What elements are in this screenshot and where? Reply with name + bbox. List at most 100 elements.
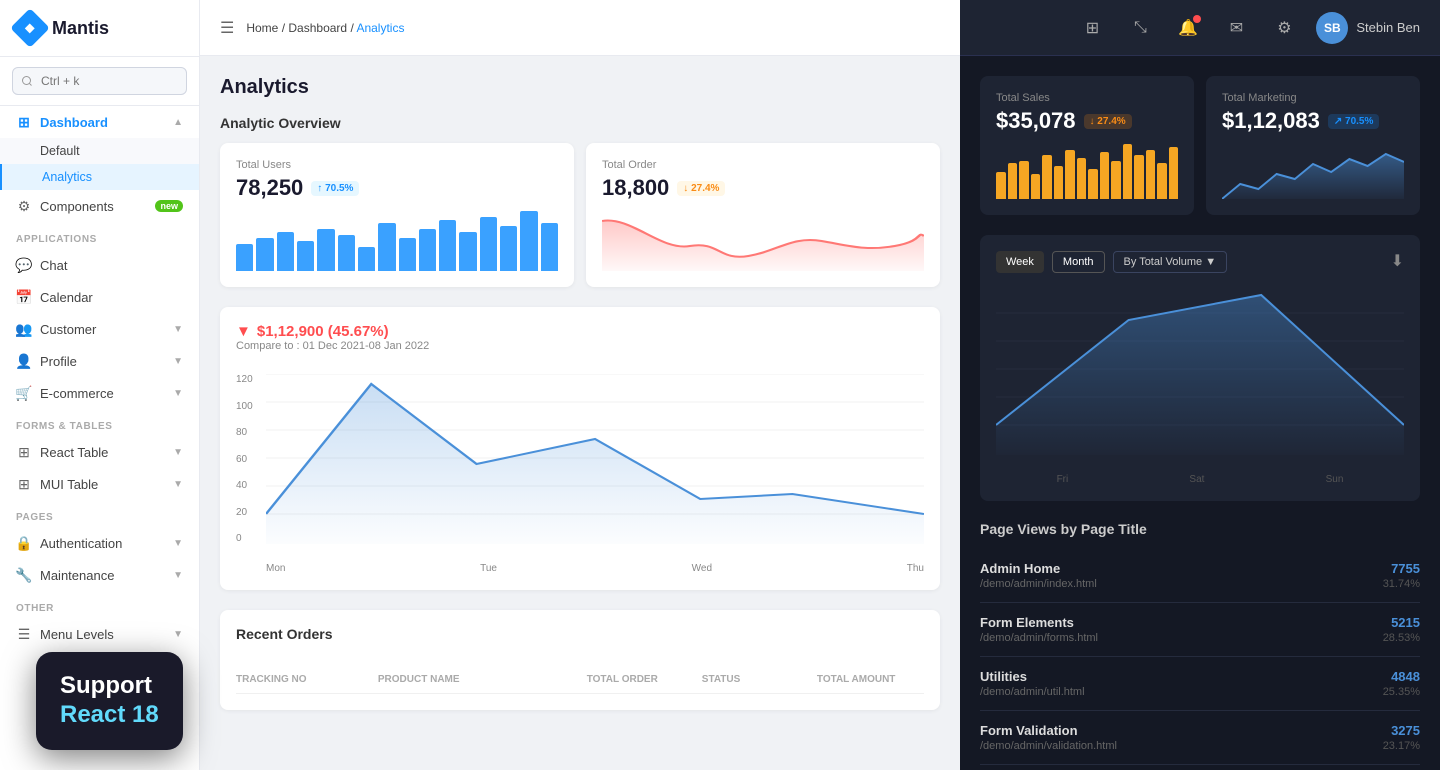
customer-chevron: ▼ [173, 324, 183, 335]
menu-levels-label: Menu Levels [40, 627, 114, 642]
dark-chart-svg [996, 285, 1404, 455]
sales-badge: ↓ 27.4% [1084, 114, 1132, 129]
page-view-stats: 5215 28.53% [1383, 615, 1420, 644]
page-view-url: /demo/admin/util.html [980, 686, 1085, 698]
user-name: Stebin Ben [1356, 20, 1420, 35]
dark-stat-cards: Total Sales $35,078 ↓ 27.4% [960, 56, 1440, 215]
col-total-order: TOTAL ORDER [587, 674, 694, 685]
sidebar-item-menu-levels[interactable]: ☰ Menu Levels ▼ [0, 618, 199, 650]
month-button[interactable]: Month [1052, 251, 1105, 273]
page-view-pct: 28.53% [1383, 632, 1420, 644]
components-label: Components [40, 199, 114, 214]
profile-label: Profile [40, 354, 77, 369]
orders-label: Total Order [602, 159, 924, 171]
sidebar-item-calendar[interactable]: 📅 Calendar [0, 281, 199, 313]
orders-badge: ↓ 27.4% [677, 181, 725, 196]
page-view-count: 3275 [1383, 723, 1420, 738]
users-number: 78,250 [236, 175, 303, 201]
page-view-admin-home: Admin Home /demo/admin/index.html 7755 3… [980, 549, 1420, 603]
chart-x-axis: MonTueWedThu [266, 563, 924, 574]
chart-y-axis: 120100806040200 [236, 374, 253, 544]
sidebar-item-components[interactable]: ⚙ Components new [0, 190, 199, 222]
stat-card-orders: Total Order 18,800 ↓ 27.4% [586, 143, 940, 287]
react-table-label: React Table [40, 445, 108, 460]
chat-label: Chat [40, 258, 67, 273]
sales-label: Total Sales [996, 92, 1178, 104]
sidebar-item-profile[interactable]: 👤 Profile ▼ [0, 345, 199, 377]
user-info[interactable]: SB Stebin Ben [1316, 12, 1420, 44]
logo[interactable]: ◆ Mantis [0, 0, 199, 57]
col-status: STATUS [702, 674, 809, 685]
sales-chart [996, 144, 1178, 199]
support-popup[interactable]: Support React 18 [36, 652, 183, 750]
income-value: ▼ $1,12,900 (45.67%) [236, 323, 429, 340]
dashboard-submenu: Default Analytics [0, 138, 199, 190]
menu-toggle-icon[interactable]: ☰ [220, 18, 234, 38]
page-view-form-elements: Form Elements /demo/admin/forms.html 521… [980, 603, 1420, 657]
forms-tables-section: Forms & Tables [0, 409, 199, 436]
breadcrumb-dashboard[interactable]: Dashboard [288, 21, 347, 35]
download-icon[interactable]: ⬇ [1391, 251, 1404, 273]
dark-chart-x-axis: FriSatSun [996, 474, 1404, 485]
sales-value: $35,078 ↓ 27.4% [996, 108, 1178, 134]
ecommerce-label: E-commerce [40, 386, 114, 401]
dark-stat-marketing: Total Marketing $1,12,083 ↗ 70.5% [1206, 76, 1420, 215]
sidebar-dashboard-label: Dashboard [40, 115, 108, 130]
dark-income-card: Week Month By Total Volume ▼ ⬇ [980, 235, 1420, 501]
stat-card-users: Total Users 78,250 ↑ 70.5% [220, 143, 574, 287]
customer-label: Customer [40, 322, 96, 337]
page-view-modals: Modals /demo/admin/modals.html 3003 22.2… [980, 765, 1420, 770]
page-view-name: Utilities [980, 669, 1085, 684]
mail-icon[interactable]: ✉ [1220, 12, 1252, 44]
sidebar-item-react-table[interactable]: ⊞ React Table ▼ [0, 436, 199, 468]
mui-table-chevron: ▼ [173, 479, 183, 490]
settings-icon[interactable]: ⚙ [1268, 12, 1300, 44]
analytics-label: Analytics [42, 170, 92, 184]
apps-icon[interactable]: ⊞ [1076, 12, 1108, 44]
maintenance-chevron: ▼ [173, 570, 183, 581]
marketing-label: Total Marketing [1222, 92, 1404, 104]
mui-table-icon: ⊞ [16, 476, 32, 492]
volume-select[interactable]: By Total Volume ▼ [1113, 251, 1228, 273]
page-view-info: Utilities /demo/admin/util.html [980, 669, 1085, 698]
page-view-pct: 31.74% [1383, 578, 1420, 590]
chat-icon: 💬 [16, 257, 32, 273]
users-chart [236, 211, 558, 271]
week-button[interactable]: Week [996, 251, 1044, 273]
sidebar-item-dashboard[interactable]: ⊞ Dashboard ▲ [0, 106, 199, 138]
page-view-stats: 4848 25.35% [1383, 669, 1420, 698]
page-view-count: 4848 [1383, 669, 1420, 684]
page-view-utilities: Utilities /demo/admin/util.html 4848 25.… [980, 657, 1420, 711]
orders-value: 18,800 ↓ 27.4% [602, 175, 924, 201]
page-view-pct: 23.17% [1383, 740, 1420, 752]
marketing-chart [1222, 144, 1404, 199]
sidebar-item-default[interactable]: Default [0, 138, 199, 164]
profile-chevron: ▼ [173, 356, 183, 367]
notification-icon[interactable]: 🔔 [1172, 12, 1204, 44]
page-title: Analytics [220, 76, 940, 99]
sidebar-item-customer[interactable]: 👥 Customer ▼ [0, 313, 199, 345]
users-value: 78,250 ↑ 70.5% [236, 175, 558, 201]
default-label: Default [40, 144, 80, 158]
sidebar-item-mui-table[interactable]: ⊞ MUI Table ▼ [0, 468, 199, 500]
page-view-info: Admin Home /demo/admin/index.html [980, 561, 1097, 590]
sidebar-item-chat[interactable]: 💬 Chat [0, 249, 199, 281]
sidebar-item-maintenance[interactable]: 🔧 Maintenance ▼ [0, 559, 199, 591]
auth-chevron: ▼ [173, 538, 183, 549]
sidebar-item-ecommerce[interactable]: 🛒 E-commerce ▼ [0, 377, 199, 409]
marketing-number: $1,12,083 [1222, 108, 1320, 134]
search-input[interactable] [12, 67, 187, 95]
dashboard-icon: ⊞ [16, 114, 32, 130]
users-badge: ↑ 70.5% [311, 181, 359, 196]
sidebar-item-analytics[interactable]: Analytics [0, 164, 199, 190]
expand-icon[interactable]: ⤡ [1124, 12, 1156, 44]
users-label: Total Users [236, 159, 558, 171]
sidebar-item-authentication[interactable]: 🔒 Authentication ▼ [0, 527, 199, 559]
content-light: ☰ Home / Dashboard / Analytics Analytics… [200, 0, 960, 770]
income-amount: $1,12,900 (45.67%) [257, 323, 389, 340]
header-light: ☰ Home / Dashboard / Analytics [200, 0, 960, 56]
dark-chart-controls: Week Month By Total Volume ▼ ⬇ [996, 251, 1404, 273]
income-chart-svg [266, 374, 924, 544]
header-dark: ⊞ ⤡ 🔔 ✉ ⚙ SB Stebin Ben [960, 0, 1440, 56]
breadcrumb-home[interactable]: Home [246, 21, 278, 35]
